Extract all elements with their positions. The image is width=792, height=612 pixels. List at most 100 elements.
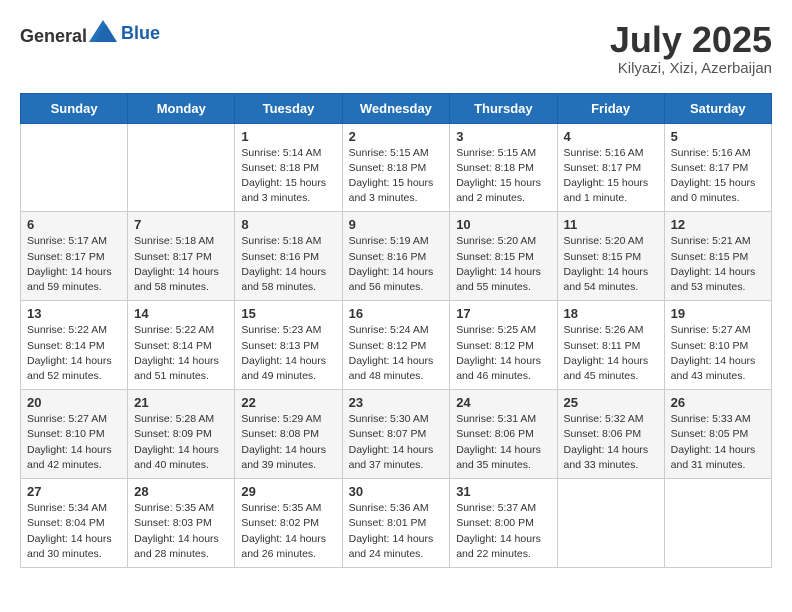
calendar-cell: 25Sunrise: 5:32 AM Sunset: 8:06 PM Dayli… bbox=[557, 390, 664, 479]
day-number: 4 bbox=[564, 129, 659, 144]
calendar-cell: 3Sunrise: 5:15 AM Sunset: 8:18 PM Daylig… bbox=[450, 123, 557, 212]
day-number: 20 bbox=[27, 395, 122, 410]
calendar-cell: 8 Sunrise: 5:18 AM Sunset: 8:16 PM Daylig… bbox=[235, 212, 342, 301]
day-number: 30 bbox=[349, 484, 445, 499]
day-info: Sunrise: 5:23 AM Sunset: 8:13 PM Dayligh… bbox=[241, 323, 336, 384]
logo-blue: Blue bbox=[121, 23, 160, 43]
day-number: 12 bbox=[671, 217, 766, 232]
day-number: 14 bbox=[134, 306, 229, 321]
logo: General Blue bbox=[20, 20, 160, 47]
day-info: Sunrise: 5:21 AM Sunset: 8:15 PM Dayligh… bbox=[671, 234, 766, 295]
calendar-cell: 1 Sunrise: 5:14 AM Sunset: 8:18 PM Daylig… bbox=[235, 123, 342, 212]
calendar-cell: 30 Sunrise: 5:36 AM Sunset: 8:01 PM Dayli… bbox=[342, 479, 450, 568]
weekday-header: Monday bbox=[128, 93, 235, 123]
day-number: 26 bbox=[671, 395, 766, 410]
day-info: Sunrise: 5:31 AM Sunset: 8:06 PM Dayligh… bbox=[456, 412, 551, 473]
day-number: 7 bbox=[134, 217, 229, 232]
day-number: 19 bbox=[671, 306, 766, 321]
location: Kilyazi, Xizi, Azerbaijan bbox=[610, 60, 772, 77]
weekday-header: Thursday bbox=[450, 93, 557, 123]
day-number: 6 bbox=[27, 217, 122, 232]
logo-icon bbox=[89, 20, 117, 42]
month-title: July 2025 bbox=[610, 20, 772, 60]
calendar-week-row: 6 Sunrise: 5:17 AM Sunset: 8:17 PM Daylig… bbox=[21, 212, 772, 301]
day-info: Sunrise: 5:17 AM Sunset: 8:17 PM Dayligh… bbox=[27, 234, 122, 295]
day-info: Sunrise: 5:16 AM Sunset: 8:17 PM Dayligh… bbox=[671, 146, 766, 207]
day-info: Sunrise: 5:34 AM Sunset: 8:04 PM Dayligh… bbox=[27, 501, 122, 562]
weekday-header: Wednesday bbox=[342, 93, 450, 123]
day-info: Sunrise: 5:18 AM Sunset: 8:17 PM Dayligh… bbox=[134, 234, 229, 295]
page-header: General Blue July 2025 Kilyazi, Xizi, Az… bbox=[20, 20, 772, 77]
calendar-cell: 23 Sunrise: 5:30 AM Sunset: 8:07 PM Dayli… bbox=[342, 390, 450, 479]
day-info: Sunrise: 5:24 AM Sunset: 8:12 PM Dayligh… bbox=[349, 323, 445, 384]
day-info: Sunrise: 5:18 AM Sunset: 8:16 PM Dayligh… bbox=[241, 234, 336, 295]
day-number: 1 bbox=[241, 129, 336, 144]
day-info: Sunrise: 5:36 AM Sunset: 8:01 PM Dayligh… bbox=[349, 501, 445, 562]
day-info: Sunrise: 5:28 AM Sunset: 8:09 PM Dayligh… bbox=[134, 412, 229, 473]
calendar-cell: 17Sunrise: 5:25 AM Sunset: 8:12 PM Dayli… bbox=[450, 301, 557, 390]
day-number: 23 bbox=[349, 395, 445, 410]
title-block: July 2025 Kilyazi, Xizi, Azerbaijan bbox=[610, 20, 772, 77]
calendar-cell: 16Sunrise: 5:24 AM Sunset: 8:12 PM Dayli… bbox=[342, 301, 450, 390]
day-info: Sunrise: 5:29 AM Sunset: 8:08 PM Dayligh… bbox=[241, 412, 336, 473]
day-number: 13 bbox=[27, 306, 122, 321]
day-info: Sunrise: 5:25 AM Sunset: 8:12 PM Dayligh… bbox=[456, 323, 551, 384]
day-info: Sunrise: 5:22 AM Sunset: 8:14 PM Dayligh… bbox=[27, 323, 122, 384]
calendar-cell bbox=[664, 479, 771, 568]
day-number: 9 bbox=[349, 217, 445, 232]
day-number: 29 bbox=[241, 484, 336, 499]
day-info: Sunrise: 5:30 AM Sunset: 8:07 PM Dayligh… bbox=[349, 412, 445, 473]
day-number: 8 bbox=[241, 217, 336, 232]
calendar-cell: 15Sunrise: 5:23 AM Sunset: 8:13 PM Dayli… bbox=[235, 301, 342, 390]
day-number: 28 bbox=[134, 484, 229, 499]
calendar-cell: 20 Sunrise: 5:27 AM Sunset: 8:10 PM Dayli… bbox=[21, 390, 128, 479]
day-info: Sunrise: 5:20 AM Sunset: 8:15 PM Dayligh… bbox=[456, 234, 551, 295]
calendar-cell: 14 Sunrise: 5:22 AM Sunset: 8:14 PM Dayli… bbox=[128, 301, 235, 390]
logo-general: General bbox=[20, 26, 87, 46]
calendar-cell: 7 Sunrise: 5:18 AM Sunset: 8:17 PM Daylig… bbox=[128, 212, 235, 301]
day-number: 21 bbox=[134, 395, 229, 410]
calendar-week-row: 13 Sunrise: 5:22 AM Sunset: 8:14 PM Dayli… bbox=[21, 301, 772, 390]
day-info: Sunrise: 5:19 AM Sunset: 8:16 PM Dayligh… bbox=[349, 234, 445, 295]
day-info: Sunrise: 5:26 AM Sunset: 8:11 PM Dayligh… bbox=[564, 323, 659, 384]
calendar-cell bbox=[557, 479, 664, 568]
calendar-cell: 10Sunrise: 5:20 AM Sunset: 8:15 PM Dayli… bbox=[450, 212, 557, 301]
day-number: 2 bbox=[349, 129, 445, 144]
day-info: Sunrise: 5:14 AM Sunset: 8:18 PM Dayligh… bbox=[241, 146, 336, 207]
weekday-header: Tuesday bbox=[235, 93, 342, 123]
day-number: 18 bbox=[564, 306, 659, 321]
calendar-cell: 2 Sunrise: 5:15 AM Sunset: 8:18 PM Daylig… bbox=[342, 123, 450, 212]
day-info: Sunrise: 5:15 AM Sunset: 8:18 PM Dayligh… bbox=[349, 146, 445, 207]
day-info: Sunrise: 5:20 AM Sunset: 8:15 PM Dayligh… bbox=[564, 234, 659, 295]
calendar-cell: 31Sunrise: 5:37 AM Sunset: 8:00 PM Dayli… bbox=[450, 479, 557, 568]
calendar-cell: 4Sunrise: 5:16 AM Sunset: 8:17 PM Daylig… bbox=[557, 123, 664, 212]
day-number: 3 bbox=[456, 129, 551, 144]
weekday-header: Friday bbox=[557, 93, 664, 123]
day-number: 31 bbox=[456, 484, 551, 499]
calendar-week-row: 1 Sunrise: 5:14 AM Sunset: 8:18 PM Daylig… bbox=[21, 123, 772, 212]
calendar-cell: 9 Sunrise: 5:19 AM Sunset: 8:16 PM Daylig… bbox=[342, 212, 450, 301]
calendar-cell: 27 Sunrise: 5:34 AM Sunset: 8:04 PM Dayli… bbox=[21, 479, 128, 568]
weekday-header: Saturday bbox=[664, 93, 771, 123]
calendar-cell: 18 Sunrise: 5:26 AM Sunset: 8:11 PM Dayli… bbox=[557, 301, 664, 390]
calendar-table: SundayMondayTuesdayWednesdayThursdayFrid… bbox=[20, 93, 772, 568]
calendar-week-row: 27 Sunrise: 5:34 AM Sunset: 8:04 PM Dayli… bbox=[21, 479, 772, 568]
calendar-cell: 11Sunrise: 5:20 AM Sunset: 8:15 PM Dayli… bbox=[557, 212, 664, 301]
calendar-cell: 21 Sunrise: 5:28 AM Sunset: 8:09 PM Dayli… bbox=[128, 390, 235, 479]
calendar-week-row: 20 Sunrise: 5:27 AM Sunset: 8:10 PM Dayli… bbox=[21, 390, 772, 479]
calendar-cell: 28Sunrise: 5:35 AM Sunset: 8:03 PM Dayli… bbox=[128, 479, 235, 568]
calendar-cell bbox=[21, 123, 128, 212]
calendar-cell: 26Sunrise: 5:33 AM Sunset: 8:05 PM Dayli… bbox=[664, 390, 771, 479]
calendar-cell: 12 Sunrise: 5:21 AM Sunset: 8:15 PM Dayli… bbox=[664, 212, 771, 301]
day-number: 25 bbox=[564, 395, 659, 410]
day-number: 5 bbox=[671, 129, 766, 144]
day-info: Sunrise: 5:22 AM Sunset: 8:14 PM Dayligh… bbox=[134, 323, 229, 384]
calendar-cell: 5 Sunrise: 5:16 AM Sunset: 8:17 PM Daylig… bbox=[664, 123, 771, 212]
calendar-cell: 24Sunrise: 5:31 AM Sunset: 8:06 PM Dayli… bbox=[450, 390, 557, 479]
day-number: 22 bbox=[241, 395, 336, 410]
day-info: Sunrise: 5:27 AM Sunset: 8:10 PM Dayligh… bbox=[27, 412, 122, 473]
day-number: 27 bbox=[27, 484, 122, 499]
calendar-cell: 13 Sunrise: 5:22 AM Sunset: 8:14 PM Dayli… bbox=[21, 301, 128, 390]
calendar-cell: 22 Sunrise: 5:29 AM Sunset: 8:08 PM Dayli… bbox=[235, 390, 342, 479]
calendar-header-row: SundayMondayTuesdayWednesdayThursdayFrid… bbox=[21, 93, 772, 123]
